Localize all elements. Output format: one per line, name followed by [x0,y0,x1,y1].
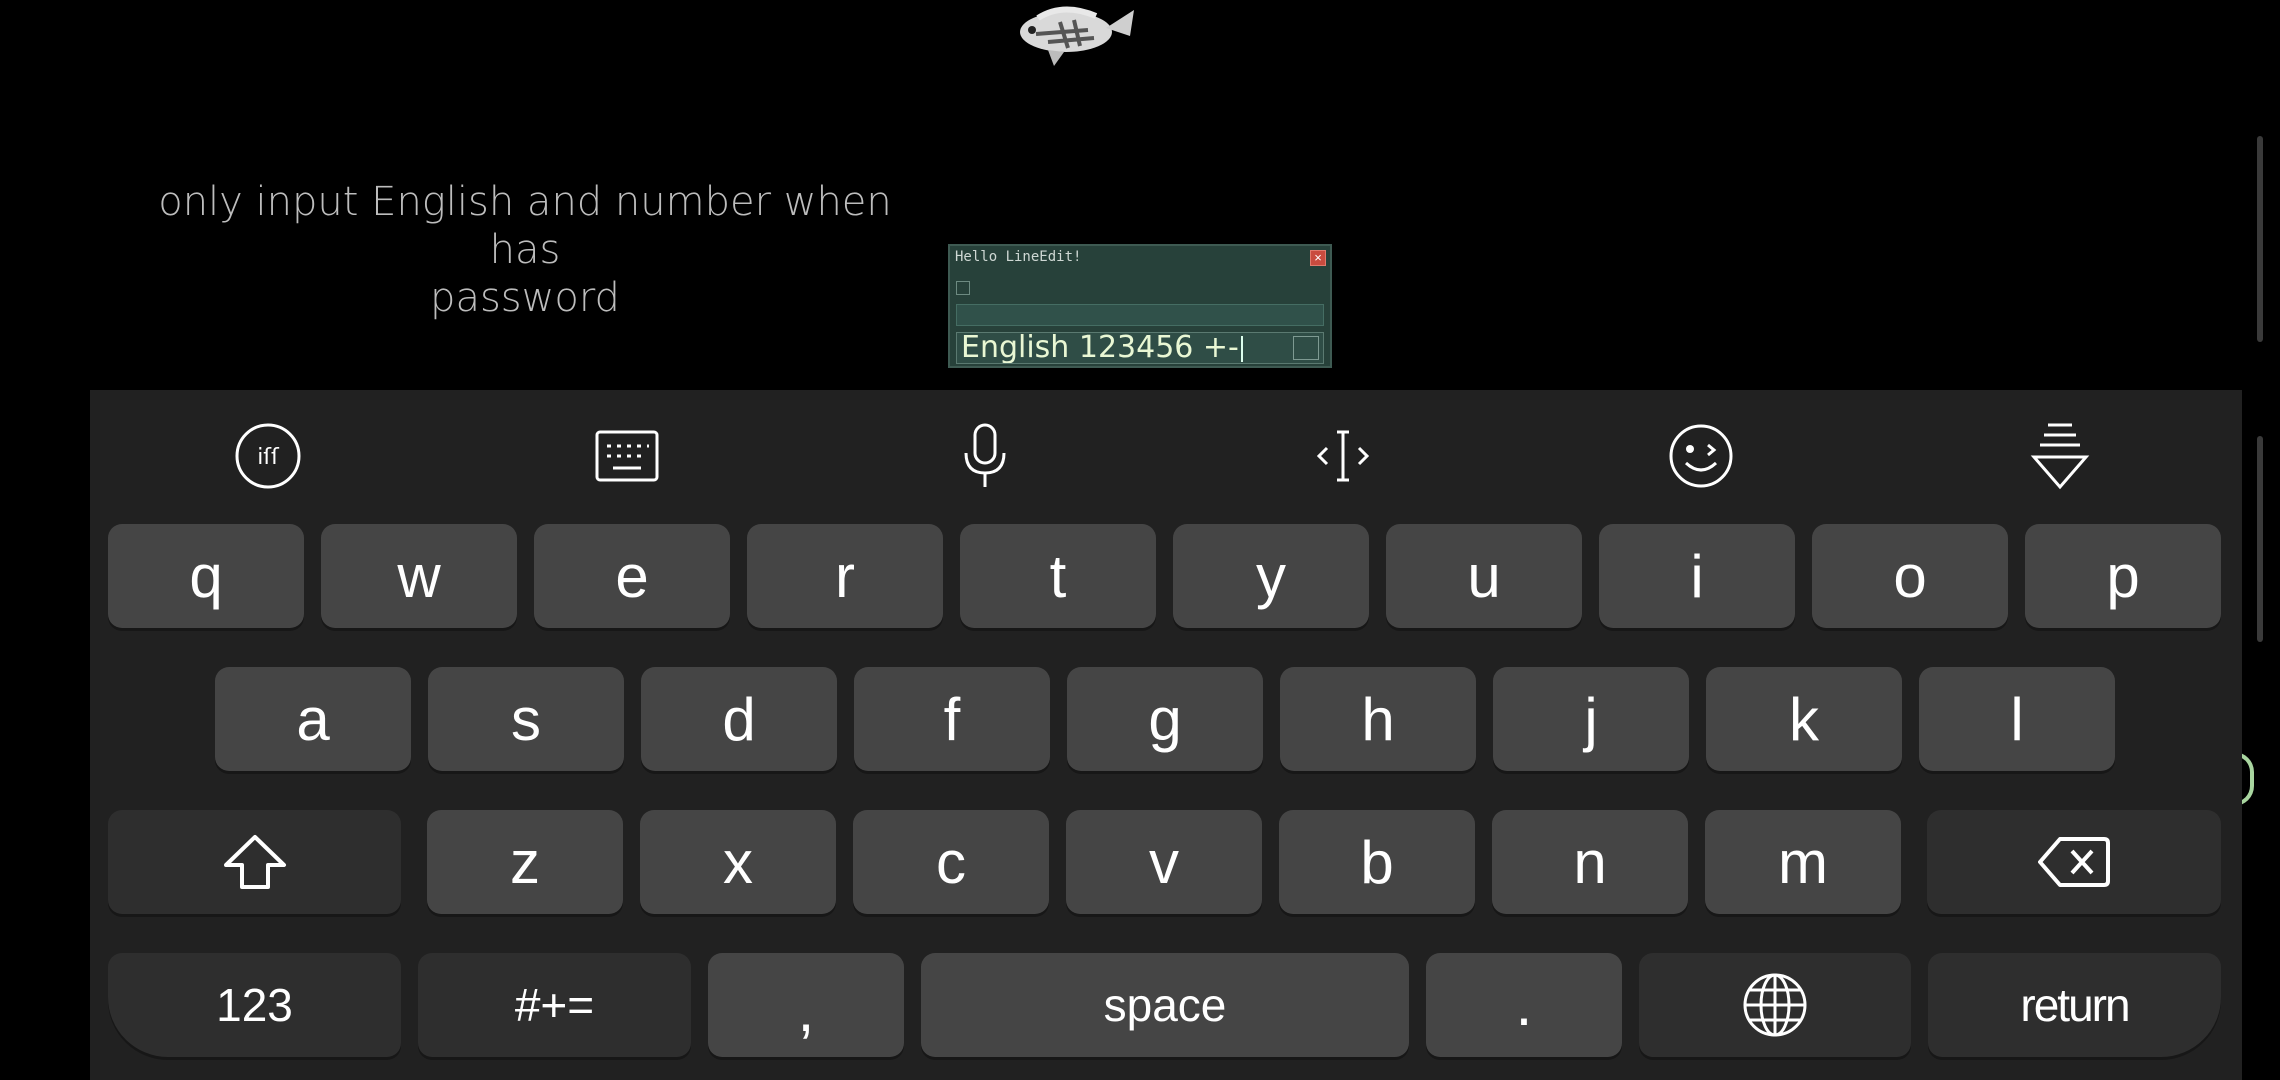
password-checkbox[interactable] [956,281,970,295]
line-edit-value: English 123456 +- [961,332,1239,364]
key-k[interactable]: k [1706,667,1902,771]
key-a[interactable]: a [215,667,411,771]
hide-keyboard-icon[interactable] [2020,416,2100,496]
key-f[interactable]: f [854,667,1050,771]
key-h[interactable]: h [1280,667,1476,771]
field-end-box [1293,336,1319,360]
key-period[interactable]: . [1426,953,1622,1057]
key-i[interactable]: i [1599,524,1795,628]
globe-key[interactable] [1639,953,1911,1057]
hint-line-1: only input English and number when has [158,179,892,273]
key-g[interactable]: g [1067,667,1263,771]
backspace-key[interactable] [1927,810,2221,914]
key-y[interactable]: y [1173,524,1369,628]
scrollbar-top[interactable] [2257,136,2263,342]
backspace-icon [2038,837,2110,887]
key-w[interactable]: w [321,524,517,628]
key-r[interactable]: r [747,524,943,628]
hint-text: only input English and number when has p… [140,178,910,322]
dialog-title: Hello LineEdit! [955,249,1082,265]
hint-line-2: password [430,275,620,321]
key-comma[interactable]: , [708,953,904,1057]
close-button[interactable]: × [1310,250,1326,266]
key-b[interactable]: b [1279,810,1475,914]
app-logo-icon[interactable]: iſſ [228,416,308,496]
microphone-icon[interactable] [945,416,1025,496]
key-e[interactable]: e [534,524,730,628]
key-o[interactable]: o [1812,524,2008,628]
svg-text:iſſ: iſſ [257,445,280,470]
key-v[interactable]: v [1066,810,1262,914]
key-u[interactable]: u [1386,524,1582,628]
key-c[interactable]: c [853,810,1049,914]
lineedit-dialog: Hello LineEdit! × English 123456 +- [948,244,1332,368]
key-x[interactable]: x [640,810,836,914]
scrollbar-bottom[interactable] [2257,436,2263,642]
key-m[interactable]: m [1705,810,1901,914]
fish-image [1020,6,1134,66]
key-s[interactable]: s [428,667,624,771]
key-z[interactable]: z [427,810,623,914]
key-j[interactable]: j [1493,667,1689,771]
shift-icon [223,835,286,889]
dialog-bar [956,304,1324,326]
line-edit-input[interactable]: English 123456 +- [956,332,1324,364]
cursor-move-icon[interactable] [1303,416,1383,496]
numbers-key[interactable]: 123 [108,953,401,1057]
key-d[interactable]: d [641,667,837,771]
shift-key[interactable] [108,810,401,914]
text-caret [1240,335,1243,362]
space-key[interactable]: space [921,953,1409,1057]
key-p[interactable]: p [2025,524,2221,628]
return-key[interactable]: return [1928,953,2221,1057]
key-n[interactable]: n [1492,810,1688,914]
symbols-key[interactable]: #+= [418,953,691,1057]
keyboard-icon[interactable] [587,416,667,496]
emoji-wink-icon[interactable] [1661,416,1741,496]
key-q[interactable]: q [108,524,304,628]
key-l[interactable]: l [1919,667,2115,771]
key-t[interactable]: t [960,524,1156,628]
on-screen-keyboard: iſſ q w e r t y u i o p a s d f g h j k … [90,390,2242,1080]
globe-icon [1743,973,1807,1037]
